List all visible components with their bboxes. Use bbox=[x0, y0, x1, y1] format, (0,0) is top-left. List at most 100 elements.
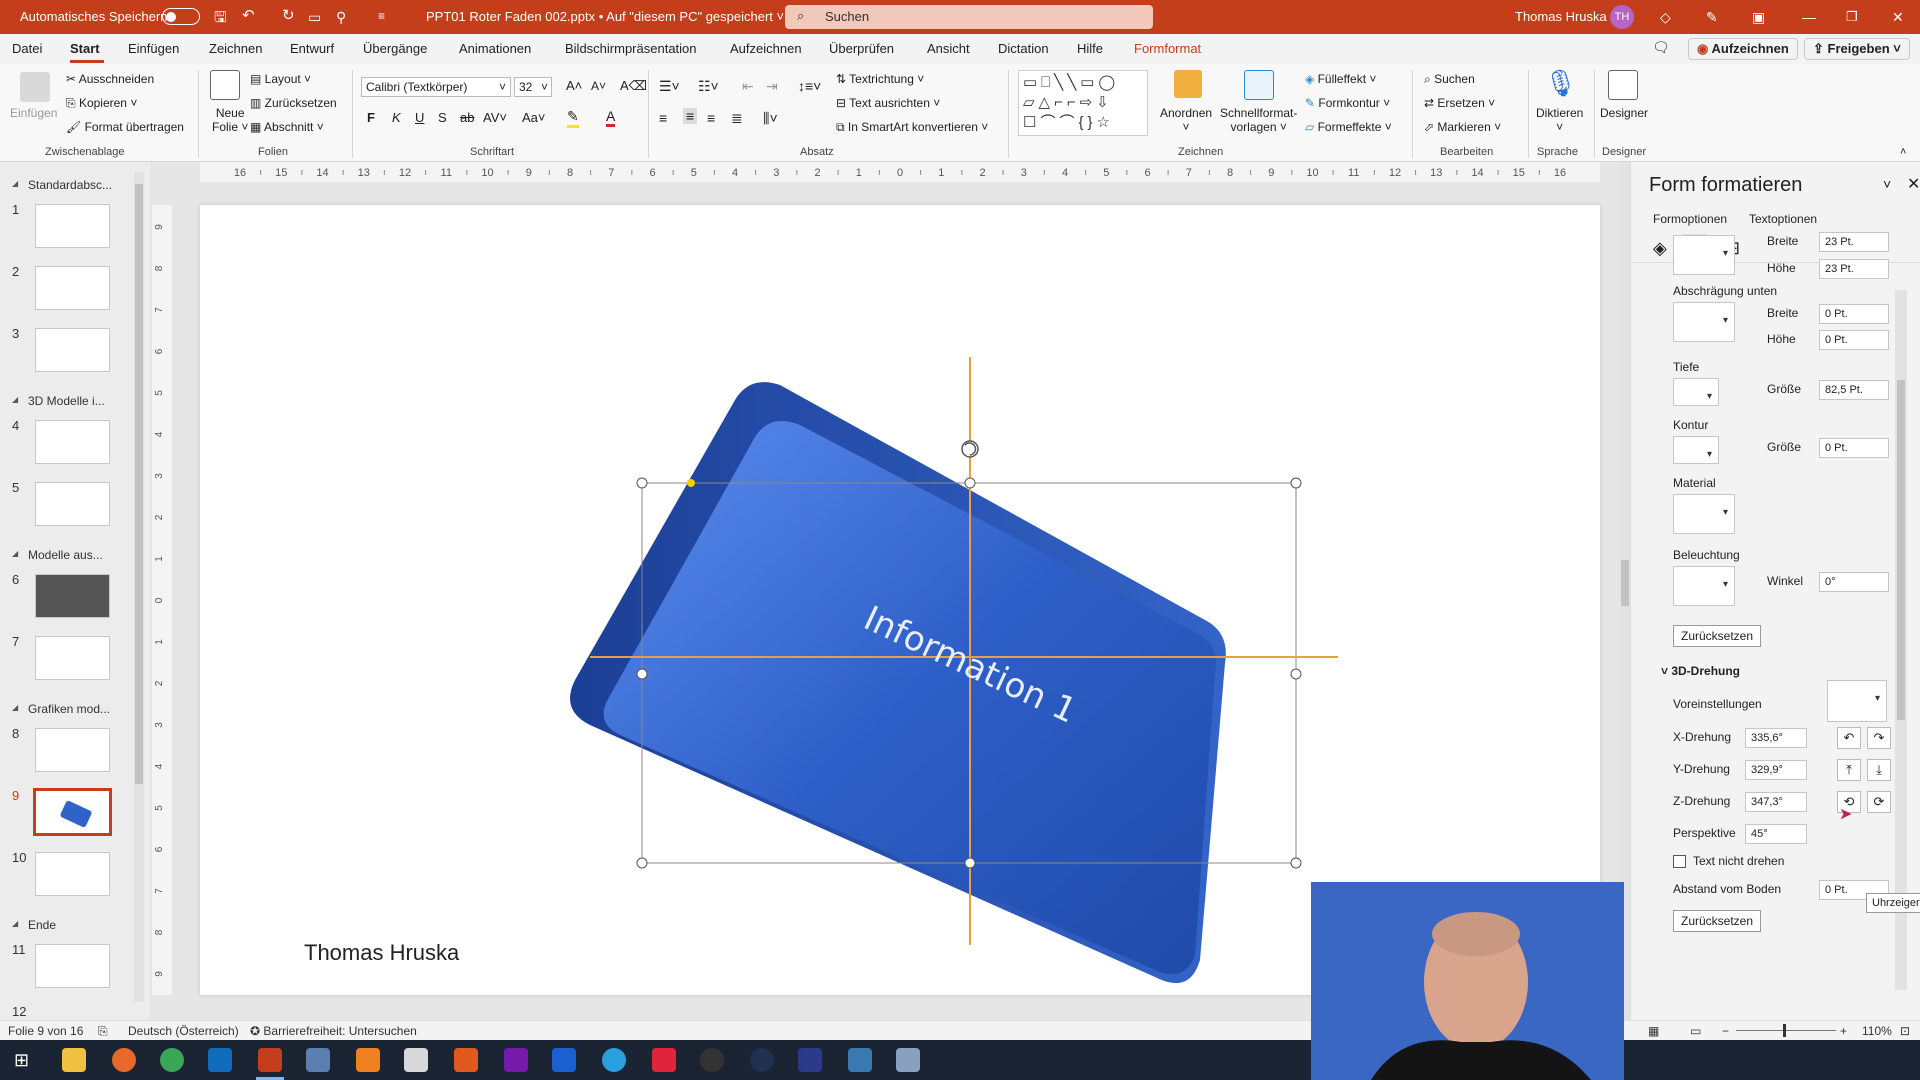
collapse-ribbon-icon[interactable]: ˄ bbox=[1900, 146, 1906, 158]
shapes-gallery[interactable]: ▭⎕╲╲▭◯ ▱△⌐⌐⇨⇩ ☐⌒⌒{}☆ bbox=[1018, 70, 1148, 136]
italic-button[interactable]: K bbox=[392, 110, 401, 125]
y-rotation-input[interactable]: 329,9° bbox=[1745, 760, 1807, 780]
section-3d-rotation[interactable]: ˅ 3D-Drehung bbox=[1661, 664, 1740, 678]
search-box[interactable]: ⌕ Suchen bbox=[785, 5, 1153, 29]
rotate-down-icon[interactable]: ⤓ bbox=[1867, 759, 1891, 781]
zoom-in-icon[interactable]: + bbox=[1840, 1024, 1847, 1038]
copy-button[interactable]: ⎘ Kopieren ˅ bbox=[66, 96, 137, 111]
app-icon[interactable] bbox=[848, 1048, 872, 1072]
app-icon[interactable] bbox=[552, 1048, 576, 1072]
change-case-button[interactable]: Aa˅ bbox=[522, 110, 546, 125]
highlight-icon[interactable]: ✎ bbox=[567, 108, 579, 128]
new-slide-button[interactable]: Neue Folie ˅ bbox=[212, 106, 248, 134]
shadow-button[interactable]: S bbox=[438, 110, 447, 125]
app-icon[interactable] bbox=[750, 1048, 774, 1072]
pane-scrollbar[interactable] bbox=[1895, 290, 1907, 990]
telegram-icon[interactable] bbox=[602, 1048, 626, 1072]
arrange-button[interactable]: Anordnen ˅ bbox=[1160, 106, 1212, 134]
fill-line-icon[interactable]: ◈ bbox=[1653, 238, 1667, 259]
justify-icon[interactable]: ≣ bbox=[731, 110, 743, 127]
minimize-icon[interactable]: — bbox=[1802, 9, 1816, 25]
slide-thumbnail[interactable] bbox=[35, 266, 110, 310]
bold-button[interactable]: F bbox=[367, 110, 375, 125]
align-center-icon[interactable]: ≡ bbox=[683, 108, 698, 124]
spellcheck-icon[interactable]: ⎘ bbox=[98, 1024, 108, 1039]
file-explorer-icon[interactable] bbox=[62, 1048, 86, 1072]
user-name[interactable]: Thomas Hruska bbox=[1515, 9, 1607, 24]
reset-rotation-button[interactable]: Zurücksetzen bbox=[1673, 910, 1762, 932]
thumbnail-scrollbar[interactable] bbox=[134, 172, 144, 1002]
zoom-out-icon[interactable]: − bbox=[1722, 1024, 1729, 1038]
material-button[interactable] bbox=[1673, 494, 1735, 534]
numbering-icon[interactable]: ☷˅ bbox=[698, 78, 719, 95]
slide-counter[interactable]: Folie 9 von 16 bbox=[8, 1024, 83, 1038]
designer-icon[interactable] bbox=[1608, 70, 1638, 100]
record-button[interactable]: ◉ Aufzeichnen bbox=[1688, 38, 1798, 60]
char-spacing-button[interactable]: AV˅ bbox=[483, 110, 507, 125]
font-family-select[interactable]: Calibri (Textkörper) ˅ bbox=[361, 77, 511, 97]
accessibility-status[interactable]: ✪ Barrierefreiheit: Untersuchen bbox=[250, 1024, 417, 1038]
rotation-presets-button[interactable] bbox=[1827, 680, 1887, 722]
columns-icon[interactable]: ⫼˅ bbox=[763, 110, 778, 127]
increase-indent-icon[interactable]: ⇥ bbox=[766, 78, 778, 95]
zoom-slider-handle[interactable] bbox=[1783, 1024, 1786, 1037]
app-icon[interactable] bbox=[454, 1048, 478, 1072]
pen-icon[interactable]: ✎ bbox=[1706, 9, 1718, 26]
language-status[interactable]: Deutsch (Österreich) bbox=[128, 1024, 239, 1038]
tab-formformat[interactable]: Formformat bbox=[1134, 41, 1201, 56]
underline-button[interactable]: U bbox=[415, 110, 424, 125]
section-button[interactable]: ▦ Abschnitt ˅ bbox=[250, 120, 324, 134]
slide[interactable]: Information 1 Thomas Hruska bbox=[200, 205, 1600, 995]
app-icon[interactable] bbox=[798, 1048, 822, 1072]
firefox-icon[interactable] bbox=[112, 1048, 136, 1072]
slide-thumbnail[interactable] bbox=[35, 420, 110, 464]
tab-einfuegen[interactable]: Einfügen bbox=[128, 41, 179, 56]
align-right-icon[interactable]: ≡ bbox=[707, 110, 715, 126]
paste-icon[interactable] bbox=[20, 72, 50, 102]
rotate-right-icon[interactable]: ↷ bbox=[1867, 727, 1891, 749]
tab-entwurf[interactable]: Entwurf bbox=[290, 41, 334, 56]
ribbon-display-icon[interactable]: ▣ bbox=[1752, 9, 1765, 26]
redo-icon[interactable]: ↻ bbox=[282, 6, 295, 24]
lighting-angle-input[interactable]: 0° bbox=[1819, 572, 1889, 592]
tab-dictation[interactable]: Dictation bbox=[998, 41, 1049, 56]
bevel-top-width-input[interactable]: 23 Pt. bbox=[1819, 232, 1889, 252]
decrease-indent-icon[interactable]: ⇤ bbox=[742, 78, 754, 95]
pane-options-icon[interactable]: ˅ bbox=[1883, 176, 1891, 192]
tab-shape-options[interactable]: Formoptionen bbox=[1653, 212, 1727, 226]
contour-color-button[interactable] bbox=[1673, 436, 1719, 464]
slide-thumbnail[interactable] bbox=[35, 204, 110, 248]
tab-aufzeichnen[interactable]: Aufzeichnen bbox=[730, 41, 802, 56]
smartart-button[interactable]: ⧉ In SmartArt konvertieren ˅ bbox=[836, 120, 988, 135]
slide-thumbnail[interactable] bbox=[35, 852, 110, 896]
author-text[interactable]: Thomas Hruska bbox=[304, 940, 459, 966]
bevel-bottom-width-input[interactable]: 0 Pt. bbox=[1819, 304, 1889, 324]
slide-thumbnail[interactable] bbox=[35, 944, 110, 988]
tab-ansicht[interactable]: Ansicht bbox=[927, 41, 970, 56]
slide-thumbnail[interactable] bbox=[35, 482, 110, 526]
restore-icon[interactable]: ❐ bbox=[1846, 9, 1858, 25]
select-button[interactable]: ⬀ Markieren ˅ bbox=[1424, 120, 1501, 134]
z-rotation-input[interactable]: 347,3° bbox=[1745, 792, 1807, 812]
bevel-top-button[interactable] bbox=[1673, 235, 1735, 275]
reset-bevel-button[interactable]: Zurücksetzen bbox=[1673, 625, 1762, 647]
close-icon[interactable]: ✕ bbox=[1892, 9, 1904, 26]
tab-text-options[interactable]: Textoptionen bbox=[1749, 212, 1817, 226]
quick-styles-button[interactable]: Schnellformat-vorlagen ˅ bbox=[1220, 106, 1297, 134]
rotate-left-icon[interactable]: ↶ bbox=[1837, 727, 1861, 749]
powerpoint-taskbar-icon[interactable] bbox=[258, 1048, 282, 1072]
comments-icon[interactable]: 🗨 bbox=[1652, 39, 1670, 56]
align-text-button[interactable]: ⊟ Text ausrichten ˅ bbox=[836, 96, 940, 110]
tab-start[interactable]: Start bbox=[70, 41, 100, 56]
zoom-level[interactable]: 110% bbox=[1862, 1024, 1892, 1038]
undo-icon[interactable]: ↶ bbox=[242, 6, 255, 24]
cut-button[interactable]: ✂ Ausschneiden bbox=[66, 72, 154, 86]
bullets-icon[interactable]: ☰˅ bbox=[659, 78, 680, 95]
slide-thumbnail[interactable] bbox=[35, 574, 110, 618]
font-size-select[interactable]: 32 ˅ bbox=[514, 77, 552, 97]
tab-uebergaenge[interactable]: Übergänge bbox=[363, 41, 427, 56]
document-title[interactable]: PPT01 Roter Faden 002.pptx • Auf "diesem… bbox=[426, 9, 784, 24]
new-slide-icon[interactable] bbox=[210, 70, 240, 100]
pane-close-icon[interactable]: ✕ bbox=[1907, 174, 1920, 194]
grow-font-icon[interactable]: A˄ bbox=[566, 78, 582, 93]
